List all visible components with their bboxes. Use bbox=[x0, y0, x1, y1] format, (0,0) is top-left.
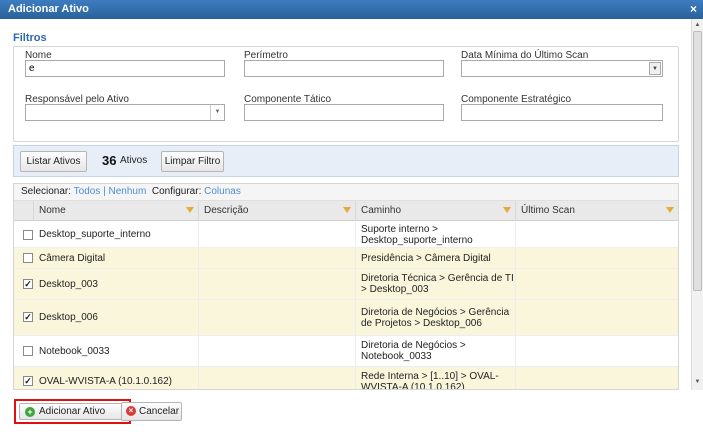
add-asset-highlight: + Adicionar Ativo bbox=[14, 399, 131, 424]
selecionar-label: Selecionar: bbox=[21, 186, 72, 197]
nome-input[interactable]: e bbox=[25, 60, 225, 77]
cell-caminho: Diretoria de Negócios > Notebook_0033 bbox=[356, 336, 516, 366]
cell-nome: Desktop_003 bbox=[34, 269, 199, 299]
dialog-title: Adicionar Ativo bbox=[8, 3, 89, 15]
close-icon[interactable]: × bbox=[690, 0, 697, 19]
filters-section-title: Filtros bbox=[13, 32, 47, 44]
table-row[interactable]: ✓ Desktop_006 Diretoria de Negócios > Ge… bbox=[14, 300, 678, 336]
chevron-down-icon[interactable]: ▼ bbox=[210, 105, 224, 120]
select-none-link[interactable]: Nenhum bbox=[109, 186, 147, 197]
scroll-up-icon[interactable]: ▲ bbox=[692, 20, 703, 30]
cell-ultimo-scan bbox=[516, 336, 678, 366]
header-checkbox-column bbox=[14, 201, 34, 221]
separator: | bbox=[103, 186, 106, 197]
columns-link[interactable]: Colunas bbox=[204, 186, 241, 197]
column-header-nome[interactable]: Nome bbox=[34, 201, 199, 221]
table-row[interactable]: Câmera Digital Presidência > Câmera Digi… bbox=[14, 248, 678, 269]
filter-icon[interactable] bbox=[186, 207, 194, 213]
row-checkbox-checked[interactable]: ✓ bbox=[23, 376, 33, 386]
column-header-label: Caminho bbox=[361, 205, 402, 216]
cell-nome: Desktop_006 bbox=[34, 300, 199, 335]
filters-panel: Nome e Perímetro Data Mínima do Último S… bbox=[13, 46, 679, 142]
grid-header: Nome Descrição Caminho Último Scan bbox=[14, 201, 678, 221]
assets-grid: Selecionar: Todos | Nenhum Configurar: C… bbox=[13, 183, 679, 390]
grid-toolbar: Selecionar: Todos | Nenhum Configurar: C… bbox=[14, 184, 678, 201]
cell-caminho: Diretoria Técnica > Gerência de TI > Des… bbox=[356, 269, 516, 299]
cell-caminho: Presidência > Câmera Digital bbox=[356, 248, 516, 268]
column-header-descricao[interactable]: Descrição bbox=[199, 201, 356, 221]
select-all-link[interactable]: Todos bbox=[74, 186, 101, 197]
cell-descricao bbox=[199, 367, 356, 389]
table-row[interactable]: Notebook_0033 Diretoria de Negócios > No… bbox=[14, 336, 678, 367]
cancel-label: Cancelar bbox=[139, 406, 180, 417]
cell-descricao bbox=[199, 222, 356, 247]
cell-nome: Câmera Digital bbox=[34, 248, 199, 268]
scroll-down-icon[interactable]: ▼ bbox=[692, 377, 703, 387]
column-header-label: Nome bbox=[39, 205, 66, 216]
cancel-icon: × bbox=[126, 406, 136, 416]
configurar-label: Configurar: bbox=[151, 186, 202, 197]
componente-estrategico-input[interactable] bbox=[461, 104, 663, 121]
column-header-label: Descrição bbox=[204, 205, 249, 216]
table-row[interactable]: ✓ OVAL-WVISTA-A (10.1.0.162) Rede Intern… bbox=[14, 367, 678, 389]
column-header-ultimo-scan[interactable]: Último Scan bbox=[516, 201, 678, 221]
cancel-button[interactable]: × Cancelar bbox=[121, 402, 182, 421]
column-header-label: Último Scan bbox=[521, 205, 575, 216]
data-minima-input[interactable]: ▼ bbox=[461, 60, 663, 77]
perimetro-input[interactable] bbox=[244, 60, 444, 77]
cell-nome: Notebook_0033 bbox=[34, 336, 199, 366]
filter-icon[interactable] bbox=[666, 207, 674, 213]
table-row[interactable]: Desktop_suporte_interno Suporte interno … bbox=[14, 222, 678, 248]
add-icon: + bbox=[25, 407, 35, 417]
scrollbar-thumb[interactable] bbox=[693, 31, 702, 291]
limpar-filtro-button[interactable]: Limpar Filtro bbox=[161, 151, 224, 172]
vertical-scrollbar[interactable]: ▲ ▼ bbox=[691, 19, 703, 390]
cell-ultimo-scan bbox=[516, 300, 678, 335]
cell-nome: OVAL-WVISTA-A (10.1.0.162) bbox=[34, 367, 199, 389]
cell-ultimo-scan bbox=[516, 222, 678, 247]
actions-bar: Listar Ativos 36 Ativos Limpar Filtro bbox=[13, 145, 679, 177]
componente-tatico-input[interactable] bbox=[244, 104, 444, 121]
filter-icon[interactable] bbox=[503, 207, 511, 213]
responsavel-combo[interactable]: ▼ bbox=[25, 104, 225, 121]
row-checkbox-checked[interactable]: ✓ bbox=[23, 279, 33, 289]
cell-descricao bbox=[199, 336, 356, 366]
table-row[interactable]: ✓ Desktop_003 Diretoria Técnica > Gerênc… bbox=[14, 269, 678, 300]
filter-icon[interactable] bbox=[343, 207, 351, 213]
cell-nome: Desktop_suporte_interno bbox=[34, 222, 199, 247]
dialog-content: Filtros Nome e Perímetro Data Mínima do … bbox=[0, 19, 691, 390]
asset-count-unit: Ativos bbox=[120, 155, 148, 166]
add-asset-button[interactable]: + Adicionar Ativo bbox=[19, 403, 126, 420]
cell-descricao bbox=[199, 300, 356, 335]
row-checkbox[interactable] bbox=[23, 253, 33, 263]
cell-ultimo-scan bbox=[516, 269, 678, 299]
column-header-caminho[interactable]: Caminho bbox=[356, 201, 516, 221]
cell-caminho: Diretoria de Negócios > Gerência de Proj… bbox=[356, 300, 516, 335]
cell-ultimo-scan bbox=[516, 248, 678, 268]
cell-caminho: Rede Interna > [1..10] > OVAL-WVISTA-A (… bbox=[356, 367, 516, 389]
dialog-title-bar: Adicionar Ativo × bbox=[0, 0, 703, 19]
cell-caminho: Suporte interno > Desktop_suporte_intern… bbox=[356, 222, 516, 247]
row-checkbox[interactable] bbox=[23, 346, 33, 356]
add-asset-label: Adicionar Ativo bbox=[39, 406, 106, 417]
cell-descricao bbox=[199, 248, 356, 268]
cell-ultimo-scan bbox=[516, 367, 678, 389]
cell-descricao bbox=[199, 269, 356, 299]
asset-count: 36 bbox=[102, 153, 117, 168]
row-checkbox-checked[interactable]: ✓ bbox=[23, 312, 33, 322]
listar-ativos-button[interactable]: Listar Ativos bbox=[20, 151, 87, 172]
dropdown-arrow-icon[interactable]: ▼ bbox=[649, 62, 661, 75]
row-checkbox[interactable] bbox=[23, 230, 33, 240]
